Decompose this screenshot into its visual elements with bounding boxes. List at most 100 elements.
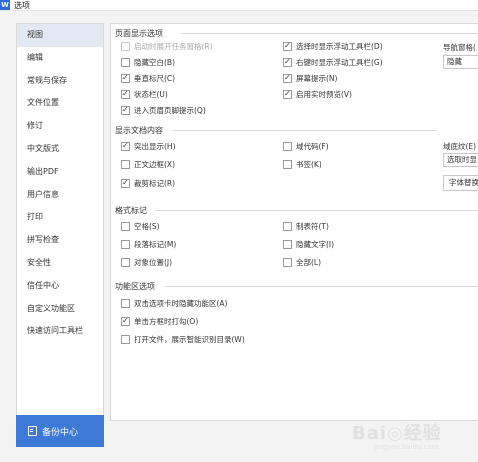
checkbox-label: 状态栏(U) — [134, 90, 168, 99]
checkbox-box — [121, 178, 130, 188]
checkbox-box — [121, 240, 130, 249]
checkbox-label: 启用实时预览(V) — [296, 90, 352, 99]
checkbox-label: 对象位置(J) — [134, 258, 173, 267]
sidebar-item-export-pdf[interactable]: 输出PDF — [17, 161, 103, 184]
checkbox-hidden-text[interactable]: 隐藏文字(I) — [283, 239, 334, 250]
checkbox-spaces[interactable]: 空格(S) — [121, 221, 160, 232]
section-title-ribbon: 功能区选项 — [115, 282, 155, 291]
checkbox-label: 域代码(F) — [296, 142, 329, 151]
checkbox-label: 选择时显示浮动工具栏(D) — [296, 42, 383, 51]
checkbox-box — [283, 222, 292, 231]
checkbox-box — [283, 41, 292, 51]
section-divider — [155, 210, 478, 211]
backup-center-label: 备份中心 — [42, 427, 79, 438]
sidebar-item-spellcheck[interactable]: 拼写检查 — [17, 229, 103, 252]
checkbox-box — [121, 42, 130, 51]
font-substitution-button[interactable]: 字体替换 — [443, 175, 478, 191]
checkbox-label: 屏幕提示(N) — [296, 74, 338, 83]
checkbox-label: 打开文件，展示智能识别目录(W) — [134, 335, 245, 344]
checkbox-label: 隐藏空白(B) — [134, 58, 175, 67]
checkbox-status-bar[interactable]: 状态栏(U) — [121, 89, 168, 100]
sidebar-item-security[interactable]: 安全性 — [17, 252, 103, 275]
checkbox-box — [283, 240, 292, 249]
checkbox-object-anchors[interactable]: 对象位置(J) — [121, 257, 172, 268]
checkbox-box — [283, 258, 292, 267]
window-titlebar: W 选项 — [0, 0, 478, 10]
sidebar-item-edit[interactable]: 编辑 — [17, 47, 103, 70]
checkbox-paragraph-marks[interactable]: 段落标记(M) — [121, 239, 176, 250]
section-title-show-content: 显示文档内容 — [115, 126, 163, 135]
sidebar-item-trust-center[interactable]: 信任中心 — [17, 275, 103, 298]
checkbox-box — [283, 89, 292, 99]
baidu-jingyan-watermark: Bai◎经验 jingyan.baidu.com — [352, 419, 476, 459]
checkbox-click-box-check[interactable]: 单击方框时打勾(O) — [121, 316, 198, 327]
field-shading-dropdown[interactable]: 选取时显 — [443, 153, 478, 167]
checkbox-label: 空格(S) — [134, 222, 160, 231]
checkbox-label: 突出显示(H) — [134, 142, 176, 151]
watermark-sub: jingyan.baidu.com — [374, 443, 439, 451]
checkbox-box — [121, 160, 130, 169]
checkbox-label: 垂直标尺(C) — [134, 74, 176, 83]
sidebar-item-print[interactable]: 打印 — [17, 206, 103, 229]
checkbox-label: 双击选项卡时隐藏功能区(A) — [134, 299, 228, 308]
checkbox-box — [283, 57, 292, 67]
checkbox-label: 段落标记(M) — [134, 240, 177, 249]
checkbox-label: 启动时展开任务窗格(R) — [134, 42, 213, 51]
checkbox-label: 右键时显示浮动工具栏(G) — [296, 58, 383, 67]
options-sidebar: 视图 编辑 常规与保存 文件位置 修订 中文版式 输出PDF 用户信息 打印 拼… — [16, 23, 104, 421]
backup-center-button[interactable]: 备份中心 — [16, 415, 104, 447]
checkbox-label: 进入页眉页脚提示(Q) — [134, 106, 206, 115]
nav-pane-dropdown[interactable]: 隐藏 — [443, 55, 478, 69]
checkbox-bookmarks[interactable]: 书签(K) — [283, 159, 322, 170]
sidebar-item-general-save[interactable]: 常规与保存 — [17, 70, 103, 93]
checkbox-float-toolbar-select[interactable]: 选择时显示浮动工具栏(D) — [283, 41, 383, 52]
checkbox-box — [121, 73, 130, 83]
options-dialog: 视图 编辑 常规与保存 文件位置 修订 中文版式 输出PDF 用户信息 打印 拼… — [0, 10, 478, 462]
watermark-main: Bai◎经验 — [352, 423, 442, 444]
checkbox-box — [121, 222, 130, 231]
sidebar-item-chinese-layout[interactable]: 中文版式 — [17, 138, 103, 161]
checkbox-label: 裁剪标记(R) — [134, 179, 176, 188]
checkbox-header-footer-hint[interactable]: 进入页眉页脚提示(Q) — [121, 105, 206, 116]
checkbox-label: 制表符(T) — [296, 222, 329, 231]
checkbox-show-smart-toc[interactable]: 打开文件，展示智能识别目录(W) — [121, 334, 245, 345]
sidebar-item-file-locations[interactable]: 文件位置 — [17, 92, 103, 115]
checkbox-box — [121, 105, 130, 115]
checkbox-body-border[interactable]: 正文边框(X) — [121, 159, 175, 170]
checkbox-label: 全部(L) — [296, 258, 322, 267]
field-shading-label: 域底纹(E) — [443, 142, 477, 151]
checkbox-field-codes[interactable]: 域代码(F) — [283, 141, 329, 152]
checkbox-label: 正文边框(X) — [134, 160, 175, 169]
checkbox-hide-whitespace[interactable]: 隐藏空白(B) — [121, 57, 175, 68]
checkbox-taskbar-windows[interactable]: 启动时展开任务窗格(R) — [121, 41, 213, 52]
checkbox-crop-marks[interactable]: 裁剪标记(R) — [121, 178, 175, 189]
checkbox-box — [121, 335, 130, 344]
checkbox-box — [121, 258, 130, 267]
nav-pane-label: 导航窗格( — [443, 43, 476, 52]
checkbox-dblclick-hide-ribbon[interactable]: 双击选项卡时隐藏功能区(A) — [121, 298, 227, 309]
checkbox-box — [121, 141, 130, 151]
checkbox-label: 单击方框时打勾(O) — [134, 317, 199, 326]
checkbox-label: 隐藏文字(I) — [296, 240, 335, 249]
checkbox-tabs[interactable]: 制表符(T) — [283, 221, 329, 232]
checkbox-box — [283, 73, 292, 83]
options-content-panel: 页面显示选项 启动时展开任务窗格(R) 隐藏空白(B) 垂直标尺(C) 状态栏(… — [110, 23, 478, 421]
window-title: 选项 — [14, 0, 30, 10]
checkbox-box — [283, 160, 292, 169]
sidebar-item-customize-ribbon[interactable]: 自定义功能区 — [17, 298, 103, 321]
checkbox-all-marks[interactable]: 全部(L) — [283, 257, 321, 268]
checkbox-live-preview[interactable]: 启用实时预览(V) — [283, 89, 352, 100]
section-divider — [165, 286, 478, 287]
backup-icon — [28, 426, 37, 436]
checkbox-screen-tips[interactable]: 屏幕提示(N) — [283, 73, 337, 84]
checkbox-highlight[interactable]: 突出显示(H) — [121, 141, 176, 152]
section-title-page-display: 页面显示选项 — [115, 29, 163, 38]
checkbox-vertical-ruler[interactable]: 垂直标尺(C) — [121, 73, 175, 84]
sidebar-item-view[interactable]: 视图 — [17, 24, 103, 47]
sidebar-item-revisions[interactable]: 修订 — [17, 115, 103, 138]
checkbox-float-toolbar-rightclick[interactable]: 右键时显示浮动工具栏(G) — [283, 57, 383, 68]
section-divider — [181, 33, 478, 34]
wps-app-icon: W — [0, 0, 10, 10]
sidebar-item-user-info[interactable]: 用户信息 — [17, 184, 103, 207]
sidebar-item-quick-access[interactable]: 快速访问工具栏 — [17, 320, 103, 343]
